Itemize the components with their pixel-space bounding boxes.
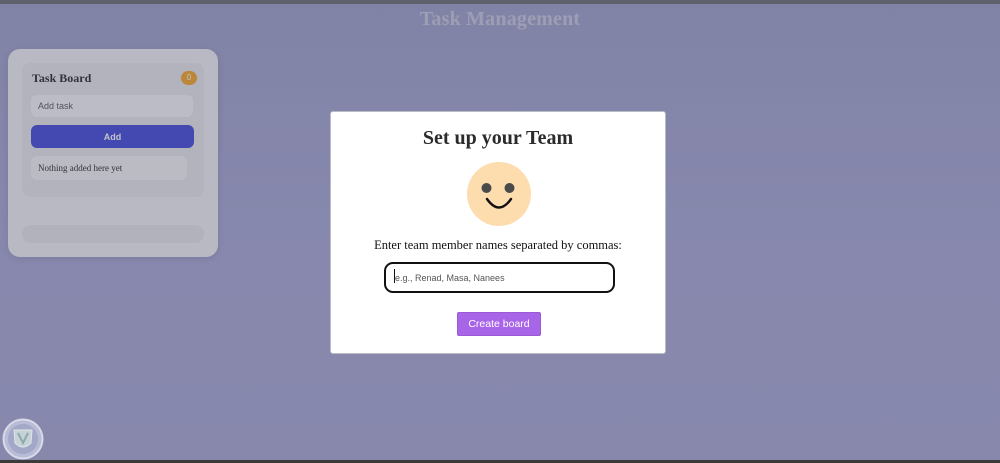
team-setup-modal: Set up your Team Enter team member names… (330, 111, 666, 354)
smiley-face-icon (467, 162, 531, 226)
create-board-button[interactable]: Create board (457, 312, 541, 336)
team-members-input[interactable] (384, 262, 615, 293)
shield-logo-icon (2, 418, 44, 460)
modal-title: Set up your Team (422, 127, 574, 149)
team-members-label: Enter team member names separated by com… (374, 238, 622, 252)
text-cursor (394, 269, 395, 283)
